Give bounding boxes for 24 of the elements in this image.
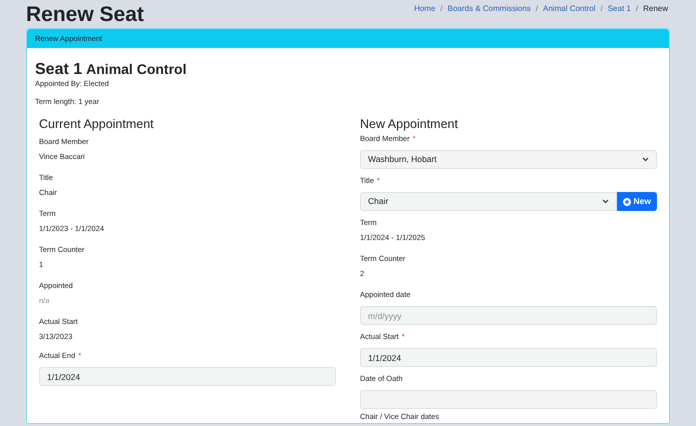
breadcrumb-link[interactable]: Boards & Commissions xyxy=(448,3,531,15)
breadcrumb-separator: / xyxy=(439,3,444,15)
breadcrumb-separator: / xyxy=(534,3,540,15)
breadcrumb-current: Renew xyxy=(643,3,668,15)
plus-circle-icon xyxy=(622,198,631,206)
board-heading: Animal Control xyxy=(86,60,186,79)
select-field[interactable]: Washburn, Hobart xyxy=(360,150,657,169)
page-title: Renew Seat xyxy=(26,2,144,28)
breadcrumb-link[interactable]: Home xyxy=(414,3,436,15)
new-button[interactable]: New xyxy=(616,192,657,211)
input-field[interactable]: 1/1/2024 xyxy=(360,348,657,367)
chevron-down-icon xyxy=(642,157,649,162)
breadcrumb-link[interactable]: Animal Control xyxy=(543,3,596,15)
input-field[interactable]: m/d/yyyy xyxy=(360,306,657,325)
breadcrumb-link[interactable]: Seat 1 xyxy=(608,3,631,15)
breadcrumb-separator: / xyxy=(634,3,640,15)
breadcrumb-separator: / xyxy=(599,3,604,15)
input-field[interactable] xyxy=(360,390,657,409)
chevron-down-icon xyxy=(602,199,609,204)
select-field[interactable]: Chair xyxy=(360,192,617,211)
seat-heading: Seat 1 xyxy=(35,60,82,80)
section-heading: Current Appointment xyxy=(39,116,155,133)
section-heading: New Appointment xyxy=(360,116,459,133)
input-field[interactable]: 1/1/2024 xyxy=(39,367,336,386)
